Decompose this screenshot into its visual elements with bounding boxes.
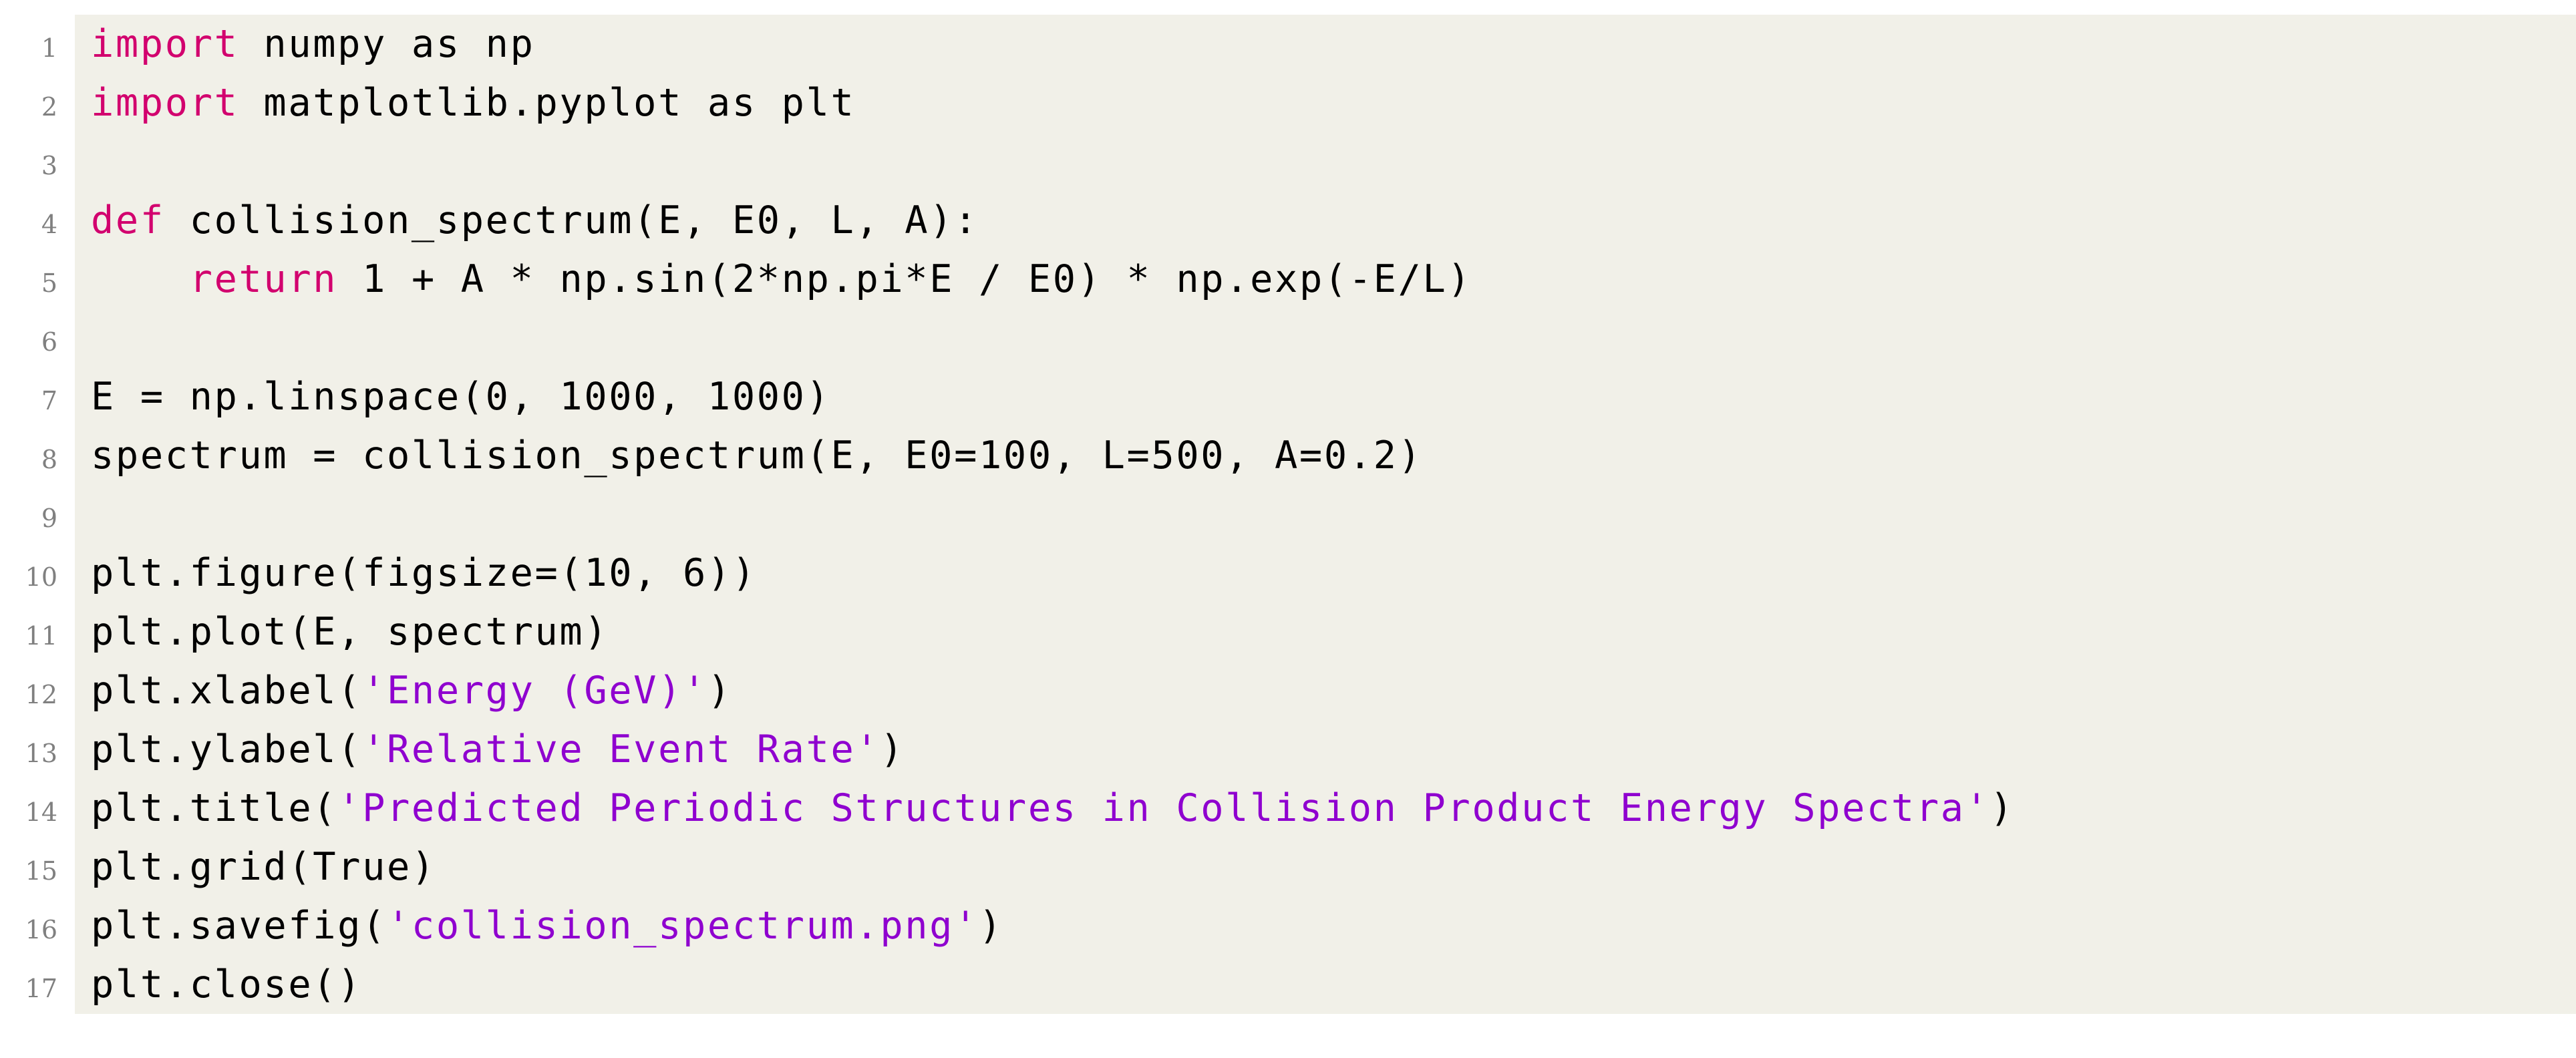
line-number: 4 [0,195,75,254]
line-number: 2 [0,77,75,136]
code-line: 7 E = np.linspace(0, 1000, 1000) [0,367,2576,430]
code-line-content: import numpy as np [75,15,2576,73]
code-line-content: plt.ylabel('Relative Event Rate') [75,720,2576,779]
code-token: spectrum = collision_spectrum(E, E0=100,… [91,433,1423,478]
code-token: matplotlib.pyplot as plt [238,81,856,125]
line-number: 12 [0,665,75,724]
code-line: 17 plt.close() [0,955,2576,1018]
code-line: 13 plt.ylabel('Relative Event Rate') [0,720,2576,783]
code-line: 15 plt.grid(True) [0,838,2576,900]
code-token: ) [979,904,1003,948]
code-token: 'collision_spectrum.png' [387,904,979,948]
code-line-content: import matplotlib.pyplot as plt [75,73,2576,132]
code-token: plt.ylabel( [91,727,363,771]
code-line-content: plt.xlabel('Energy (GeV)') [75,661,2576,720]
code-token: plt.xlabel( [91,669,363,713]
code-line-content: plt.figure(figsize=(10, 6)) [75,544,2576,602]
code-token: 'Predicted Periodic Structures in Collis… [337,786,1990,830]
code-line-content: plt.plot(E, spectrum) [75,602,2576,661]
code-line: 9 [0,485,2576,548]
code-token: 'Energy (GeV)' [362,669,707,713]
code-token: plt.plot(E, spectrum) [91,610,609,654]
code-listing: 1 import numpy as np 2 import matplotlib.py… [0,0,2576,1058]
code-line: 1 import numpy as np [0,15,2576,77]
line-number: 15 [0,842,75,900]
code-block: 1 import numpy as np 2 import matplotlib.py… [0,15,2576,1018]
code-line: 12 plt.xlabel('Energy (GeV)') [0,661,2576,724]
code-line: 11 plt.plot(E, spectrum) [0,602,2576,665]
code-line: 8 spectrum = collision_spectrum(E, E0=100… [0,426,2576,489]
code-line-content: plt.close() [75,955,2576,1014]
code-token: E = np.linspace(0, 1000, 1000) [91,375,831,419]
code-line-content: spectrum = collision_spectrum(E, E0=100,… [75,426,2576,485]
code-line: 6 [0,309,2576,371]
line-number: 5 [0,254,75,313]
code-line: 3 [0,132,2576,195]
code-line-content [75,485,2576,544]
code-token: 'Relative Event Rate' [362,727,880,771]
code-line-content: plt.title('Predicted Periodic Structures… [75,779,2576,838]
code-token: plt.savefig( [91,904,387,948]
code-line-content: return 1 + A * np.sin(2*np.pi*E / E0) * … [75,250,2576,309]
line-number: 10 [0,548,75,606]
code-line-content: plt.grid(True) [75,838,2576,896]
line-number: 1 [0,19,75,77]
code-token: 1 + A * np.sin(2*np.pi*E / E0) * np.exp(… [337,257,1472,301]
line-number: 6 [0,313,75,371]
code-token: ) [1989,786,2015,830]
code-token: def [91,198,165,242]
code-line: 10 plt.figure(figsize=(10, 6)) [0,544,2576,606]
code-line: 2 import matplotlib.pyplot as plt [0,73,2576,136]
line-number: 3 [0,136,75,195]
line-number: 9 [0,489,75,548]
line-number: 13 [0,724,75,783]
code-token: import [91,22,239,66]
code-token: plt.title( [91,786,338,830]
code-token: plt.grid(True) [91,845,436,889]
code-line-content: plt.savefig('collision_spectrum.png') [75,896,2576,955]
line-number: 17 [0,959,75,1018]
code-token: numpy as np [238,22,535,66]
code-line-content [75,309,2576,367]
code-line: 4 def collision_spectrum(E, E0, L, A): [0,191,2576,254]
code-line-content: def collision_spectrum(E, E0, L, A): [75,191,2576,250]
code-line-content: E = np.linspace(0, 1000, 1000) [75,367,2576,426]
code-token: ) [707,669,732,713]
code-line: 16 plt.savefig('collision_spectrum.png') [0,896,2576,959]
line-number: 16 [0,900,75,959]
line-number: 8 [0,430,75,489]
line-number: 7 [0,371,75,430]
code-token: collision_spectrum(E, E0, L, A): [164,198,979,242]
code-token: plt.close() [91,962,363,1007]
code-token: return [189,257,338,301]
code-token: plt.figure(figsize=(10, 6)) [91,551,757,595]
code-line-content [75,132,2576,191]
code-token: ) [880,727,905,771]
line-number: 11 [0,606,75,665]
code-token: import [91,81,239,125]
line-number: 14 [0,783,75,842]
code-line: 14 plt.title('Predicted Periodic Structur… [0,779,2576,842]
code-line: 5 return 1 + A * np.sin(2*np.pi*E / E0) … [0,250,2576,313]
